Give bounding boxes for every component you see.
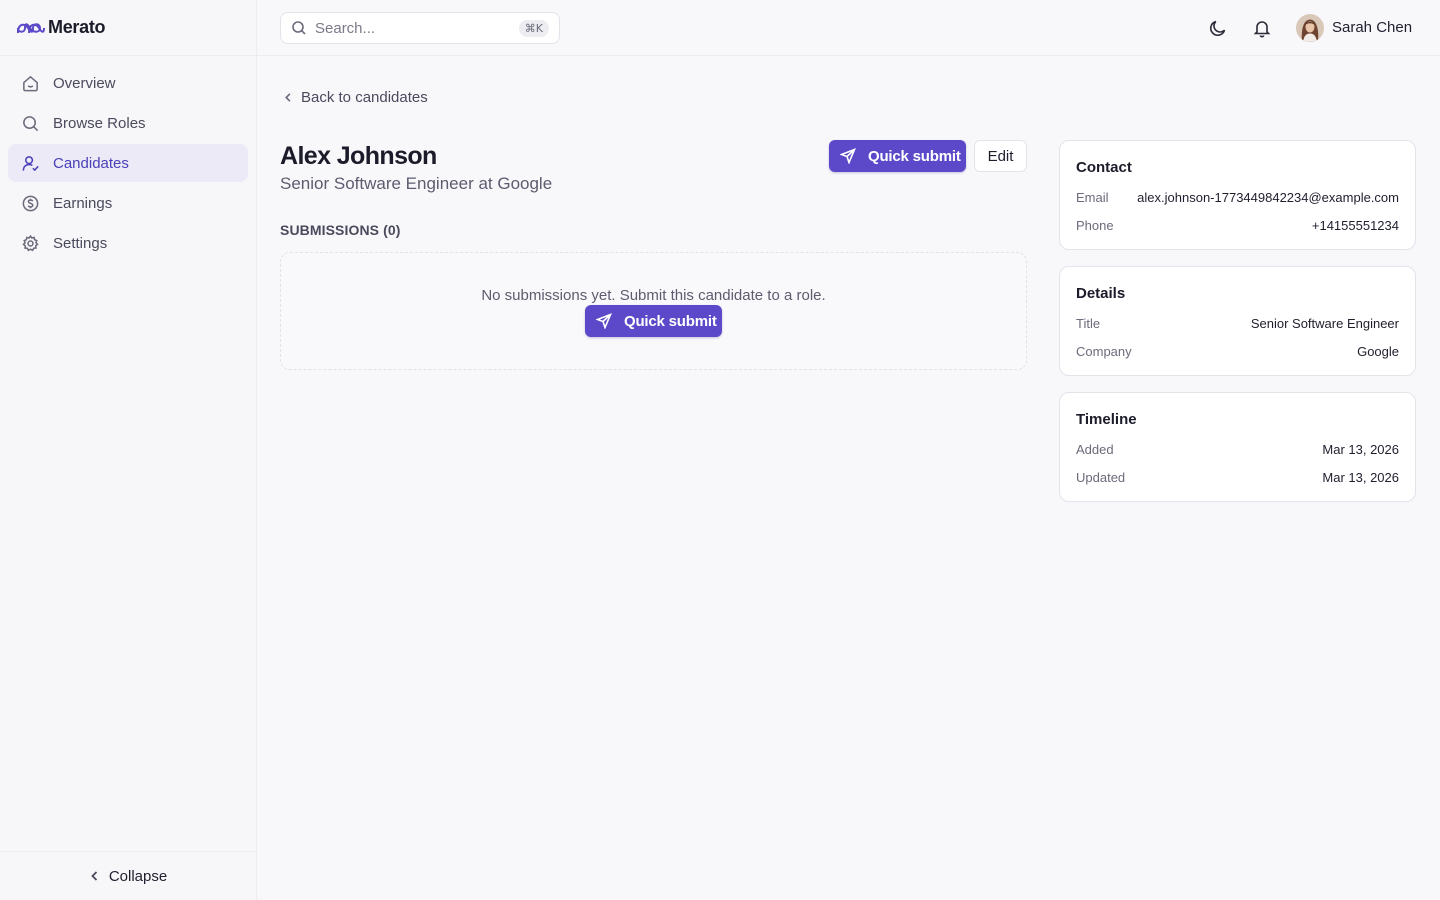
back-link-label: Back to candidates: [301, 89, 428, 106]
details-company-row: Company Google: [1076, 344, 1399, 359]
added-date: Mar 13, 2026: [1322, 442, 1399, 457]
collapse-label: Collapse: [108, 867, 168, 885]
brand-name: Merato: [48, 17, 106, 37]
sidebar-item-label: Earnings: [53, 194, 113, 212]
sidebar-item-label: Overview: [53, 74, 116, 92]
chevron-left-icon: [91, 871, 97, 881]
quick-submit-label: Quick submit: [868, 147, 961, 165]
sidebar-item-browse-roles[interactable]: Browse Roles: [8, 104, 248, 142]
field-label: Email: [1076, 190, 1109, 205]
contact-phone-row: Phone +14155551234: [1076, 218, 1399, 233]
back-to-candidates-link[interactable]: Back to candidates: [283, 89, 428, 106]
sidebar-item-label: Browse Roles: [53, 114, 146, 132]
topbar: Search... ⌘K Sarah Chen: [257, 0, 1440, 56]
send-icon: [840, 148, 856, 164]
brand[interactable]: Merato: [0, 0, 256, 56]
edit-label: Edit: [987, 147, 1014, 165]
search-placeholder: Search...: [315, 19, 376, 37]
sidebar-item-label: Candidates: [53, 154, 129, 172]
title-value: Senior Software Engineer: [1250, 316, 1399, 331]
send-icon: [596, 313, 612, 329]
details-card: Details Title Senior Software Engineer C…: [1059, 266, 1416, 376]
contact-email-row: Email alex.johnson-1773449842234@example…: [1076, 190, 1399, 205]
logo-icon: [17, 22, 45, 33]
sidebar-item-earnings[interactable]: Earnings: [8, 184, 248, 222]
gear-icon: [22, 234, 39, 251]
collapse-button[interactable]: Collapse: [0, 851, 256, 900]
user-icon: [22, 155, 39, 171]
field-label: Added: [1076, 442, 1114, 457]
avatar[interactable]: [1296, 14, 1324, 42]
candidate-subtitle: Senior Software Engineer at Google: [280, 174, 553, 193]
chevron-left-icon: [285, 93, 291, 102]
sidebar-item-overview[interactable]: Overview: [8, 64, 248, 102]
phone-value[interactable]: +14155551234: [1312, 218, 1399, 233]
email-value[interactable]: alex.johnson-1773449842234@example.com: [1137, 190, 1399, 205]
quick-submit-button[interactable]: Quick submit: [829, 140, 966, 172]
field-label: Phone: [1076, 218, 1114, 233]
sidebar-nav: Overview Browse Roles Candidates Earning…: [0, 56, 256, 272]
empty-state-message: No submissions yet. Submit this candidat…: [481, 287, 826, 304]
card-title: Contact: [1076, 159, 1132, 176]
timeline-added-row: Added Mar 13, 2026: [1076, 442, 1399, 457]
updated-date: Mar 13, 2026: [1322, 470, 1399, 485]
sidebar-item-candidates[interactable]: Candidates: [8, 144, 248, 182]
user-name[interactable]: Sarah Chen: [1332, 19, 1412, 36]
avatar-image: [1296, 14, 1324, 42]
search-input[interactable]: Search... ⌘K: [280, 12, 560, 44]
field-label: Company: [1076, 344, 1132, 359]
details-title-row: Title Senior Software Engineer: [1076, 316, 1399, 331]
card-title: Timeline: [1076, 411, 1137, 428]
edit-button[interactable]: Edit: [974, 140, 1027, 172]
search-shortcut-badge: ⌘K: [518, 20, 549, 37]
company-value: Google: [1357, 344, 1399, 359]
field-label: Updated: [1076, 470, 1126, 485]
search-icon: [292, 21, 306, 35]
timeline-updated-row: Updated Mar 13, 2026: [1076, 470, 1399, 485]
sidebar-item-settings[interactable]: Settings: [8, 224, 248, 262]
card-title: Details: [1076, 285, 1126, 302]
dollar-icon: [22, 195, 39, 211]
home-icon: [23, 75, 38, 91]
search-icon: [23, 115, 39, 131]
bell-icon[interactable]: [1252, 18, 1272, 38]
sidebar-item-label: Settings: [53, 234, 108, 252]
field-label: Title: [1076, 316, 1101, 331]
submissions-heading: SUBMISSIONS (0): [280, 222, 401, 238]
timeline-card: Timeline Added Mar 13, 2026 Updated Mar …: [1059, 392, 1416, 502]
candidate-name: Alex Johnson: [280, 142, 437, 170]
quick-submit-label: Quick submit: [624, 312, 717, 330]
sidebar: Merato Overview Browse Roles Candidates …: [0, 0, 257, 900]
contact-card: Contact Email alex.johnson-1773449842234…: [1059, 140, 1416, 250]
empty-quick-submit-button[interactable]: Quick submit: [585, 305, 722, 337]
submissions-empty-state: No submissions yet. Submit this candidat…: [280, 252, 1027, 370]
moon-icon[interactable]: [1208, 18, 1228, 38]
